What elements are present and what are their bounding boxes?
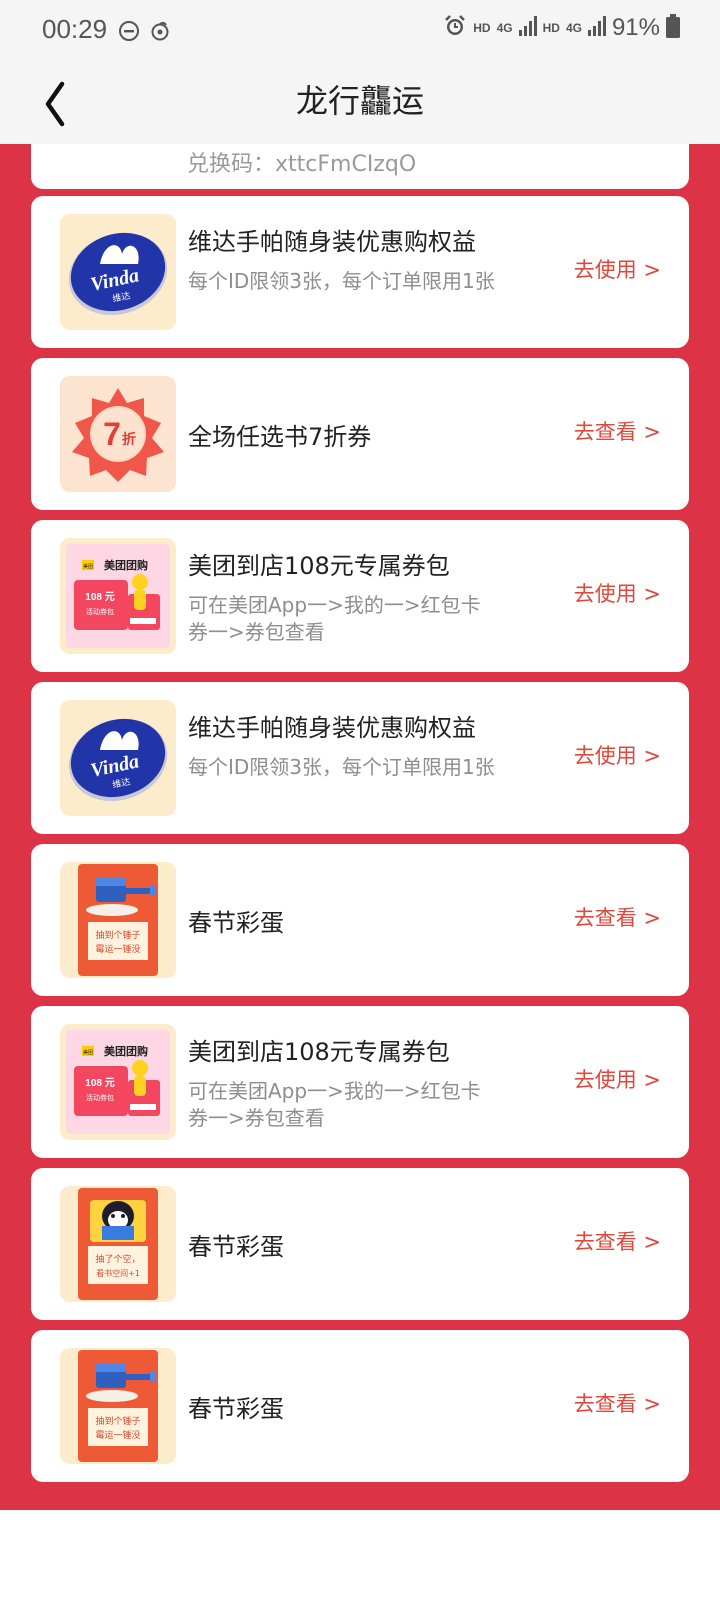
card-title: 美团到店108元专属券包 (188, 552, 450, 580)
card-title: 美团到店108元专属券包 (188, 1038, 450, 1066)
svg-text:108 元: 108 元 (85, 1077, 114, 1089)
card-title: 春节彩蛋 (188, 1233, 284, 1261)
svg-text:美团团购: 美团团购 (104, 558, 148, 572)
signal-strength-icon (518, 16, 537, 40)
view-button[interactable]: 去查看 > (574, 416, 661, 446)
signal-strength-icon-2 (587, 16, 606, 40)
card-title: 春节彩蛋 (188, 1395, 284, 1423)
benefits-list: 兑换码：xttcFmCIzqO Vinda 维达 维达手帕随身装优惠购权益 每个… (0, 144, 720, 1510)
status-bar: 00:29 HD 4G HD 4G 91% (0, 0, 720, 62)
card-description: 每个ID限领3张，每个订单限用1张 (188, 269, 495, 293)
svg-text:美团: 美团 (83, 1049, 93, 1056)
do-not-disturb-icon (118, 20, 140, 46)
svg-text:霉运一锤没: 霉运一锤没 (95, 1429, 140, 1441)
svg-text:108 元: 108 元 (85, 591, 114, 603)
svg-text:看书空间+1: 看书空间+1 (96, 1268, 140, 1278)
svg-text:霉运一锤没: 霉运一锤没 (95, 943, 140, 955)
svg-text:活动券包: 活动券包 (86, 607, 114, 616)
view-button[interactable]: 去查看 > (574, 1226, 661, 1256)
benefit-card[interactable]: Vinda 维达 维达手帕随身装优惠购权益 每个ID限领3张，每个订单限用1张 … (31, 196, 689, 348)
status-indicators: HD 4G HD 4G 91% (443, 14, 680, 42)
benefit-card[interactable]: 美团 美团团购 108 元 活动券包 美团到店108元专属券包 可在美团App一… (31, 1006, 689, 1158)
use-button[interactable]: 去使用 > (574, 1064, 661, 1094)
card-title: 维达手帕随身装优惠购权益 (188, 714, 476, 742)
benefit-card[interactable]: 抽到个锤子 霉运一锤没 春节彩蛋 去查看 > (31, 1330, 689, 1482)
svg-text:折: 折 (122, 431, 136, 448)
card-title: 维达手帕随身装优惠购权益 (188, 228, 476, 256)
benefit-card[interactable]: 7 折 全场任选书7折券 去查看 > (31, 358, 689, 510)
redeem-code-text: 兑换码：xttcFmCIzqO (187, 152, 417, 177)
svg-text:美团团购: 美团团购 (104, 1044, 148, 1058)
card-title: 全场任选书7折券 (188, 423, 372, 451)
hd-label-2: HD (542, 21, 560, 35)
card-description: 可在美团App一>我的一>红包卡券一>券包查看 (188, 593, 481, 644)
view-button[interactable]: 去查看 > (574, 902, 661, 932)
network-label-2: 4G (565, 21, 582, 35)
svg-text:抽到个锤子: 抽到个锤子 (95, 1415, 140, 1427)
network-label-1: 4G (496, 21, 513, 35)
navigation-bar: 龙行龘运 (0, 62, 720, 144)
use-button[interactable]: 去使用 > (574, 740, 661, 770)
card-description: 可在美团App一>我的一>红包卡券一>券包查看 (188, 1079, 481, 1130)
svg-text:美团: 美团 (83, 563, 93, 570)
meituan-thumbnail: 美团 美团团购 108 元 活动券包 (60, 538, 176, 654)
penguin-egg-thumbnail: 抽了个空， 看书空间+1 (60, 1186, 176, 1302)
use-button[interactable]: 去使用 > (574, 578, 661, 608)
benefit-card[interactable]: Vinda 维达 维达手帕随身装优惠购权益 每个ID限领3张，每个订单限用1张 … (31, 682, 689, 834)
app-notification-icon (149, 20, 171, 46)
discount-coupon-thumbnail: 7 折 (60, 376, 176, 492)
battery-level: 91% (611, 14, 660, 41)
svg-text:7: 7 (103, 416, 121, 452)
use-button[interactable]: 去使用 > (574, 254, 661, 284)
hammer-egg-thumbnail: 抽到个锤子 霉运一锤没 (60, 1348, 176, 1464)
view-button[interactable]: 去查看 > (574, 1388, 661, 1418)
benefit-card[interactable]: 抽到个锤子 霉运一锤没 春节彩蛋 去查看 > (31, 844, 689, 996)
meituan-thumbnail: 美团 美团团购 108 元 活动券包 (60, 1024, 176, 1140)
benefit-card[interactable]: 美团 美团团购 108 元 活动券包 美团到店108元专属券包 可在美团App一… (31, 520, 689, 672)
svg-text:抽到个锤子: 抽到个锤子 (95, 929, 140, 941)
card-description: 每个ID限领3张，每个订单限用1张 (188, 755, 495, 779)
hd-label-1: HD (473, 21, 491, 35)
svg-text:抽了个空，: 抽了个空， (95, 1253, 140, 1265)
battery-icon (666, 14, 680, 42)
vinda-thumbnail: Vinda 维达 (60, 214, 176, 330)
partial-card: 兑换码：xttcFmCIzqO (31, 144, 689, 189)
benefit-card[interactable]: 抽了个空， 看书空间+1 春节彩蛋 去查看 > (31, 1168, 689, 1320)
hammer-egg-thumbnail: 抽到个锤子 霉运一锤没 (60, 862, 176, 978)
status-time: 00:29 (42, 14, 108, 44)
page-title: 龙行龘运 (295, 82, 424, 120)
card-title: 春节彩蛋 (188, 909, 284, 937)
svg-text:活动券包: 活动券包 (86, 1093, 114, 1102)
vinda-thumbnail: Vinda 维达 (60, 700, 176, 816)
alarm-icon (443, 14, 467, 42)
